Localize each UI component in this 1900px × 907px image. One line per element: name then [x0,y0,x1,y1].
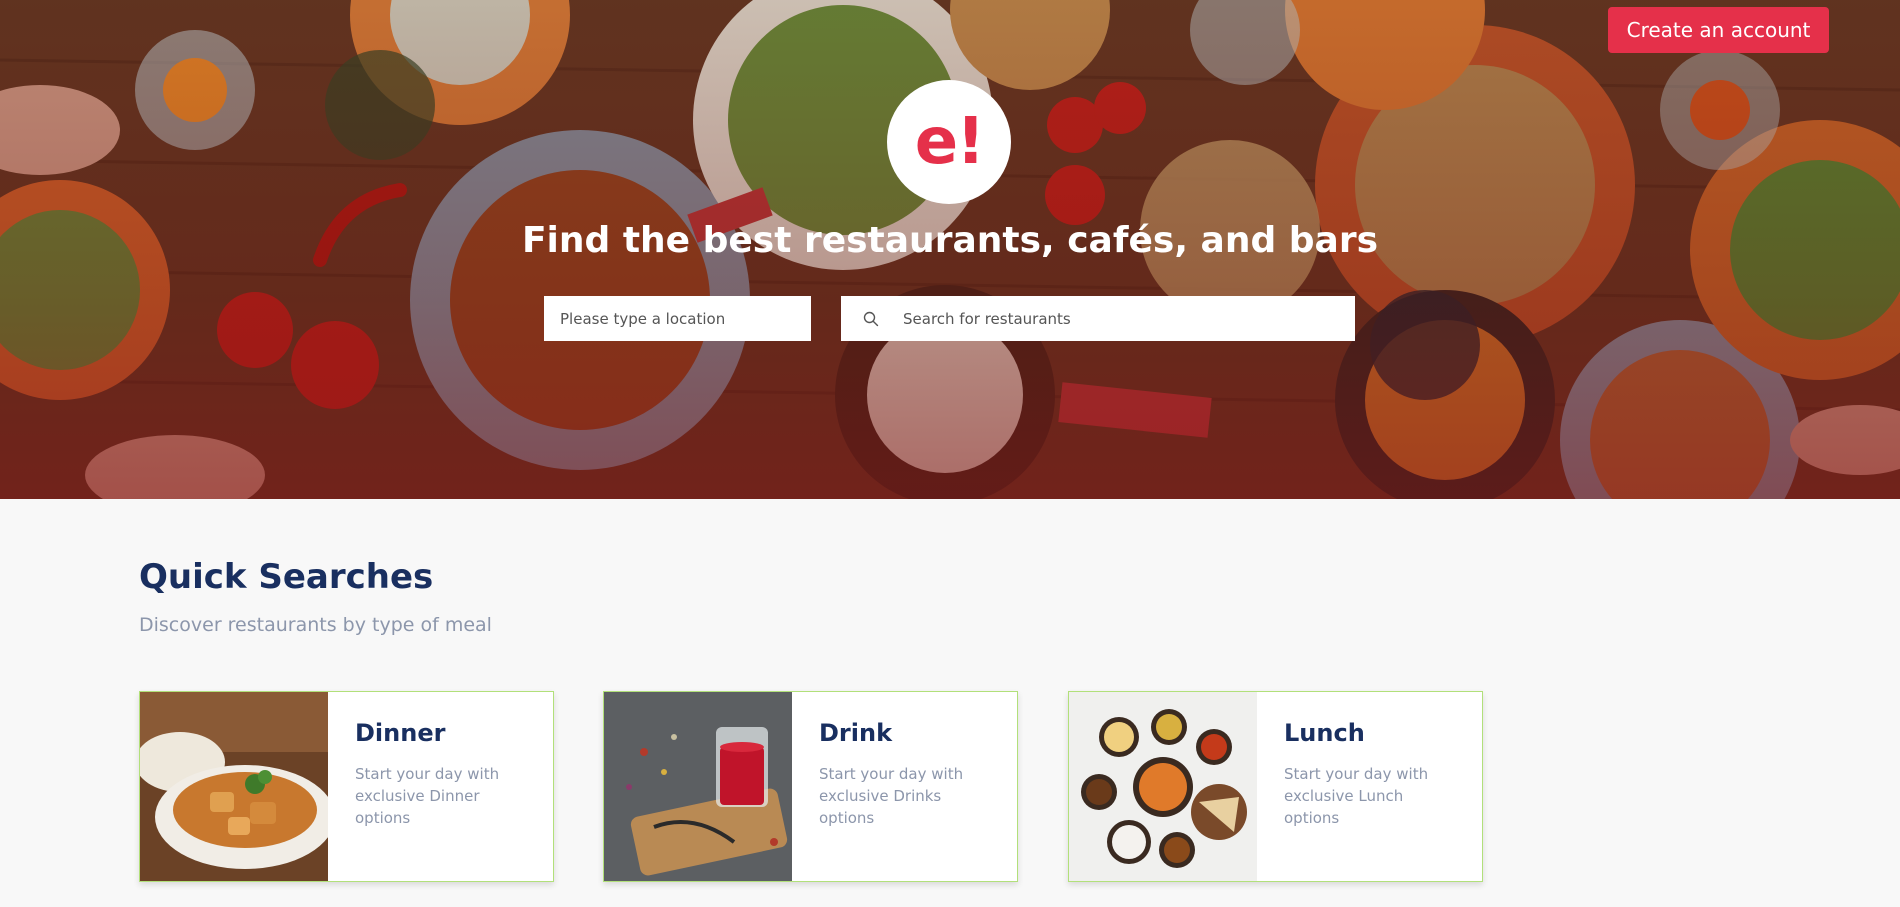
tea-glass-image [604,692,792,881]
brand-logo[interactable]: e! [887,80,1011,204]
card-description-dinner: Start your day with exclusive Dinner opt… [355,765,500,827]
hero-headline: Find the best restaurants, cafés, and ba… [521,220,1379,261]
quick-search-card-lunch[interactable]: Lunch Start your day with exclusive Lunc… [1068,691,1483,882]
quick-searches-section: Quick Searches Discover restaurants by t… [0,499,1900,907]
quick-search-card-dinner[interactable]: Dinner Start your day with exclusive Din… [139,691,554,882]
thali-platter-image [1069,692,1257,881]
location-input[interactable] [544,296,811,341]
restaurant-search-input[interactable] [901,296,1355,341]
quick-search-card-drink[interactable]: Drink Start your day with exclusive Drin… [603,691,1018,882]
card-description-lunch: Start your day with exclusive Lunch opti… [1284,765,1429,827]
card-title-lunch: Lunch [1284,719,1365,747]
card-title-drink: Drink [819,719,893,747]
hero-banner: Create an account e! Find the best resta… [0,0,1900,499]
create-account-button[interactable]: Create an account [1608,7,1829,53]
restaurant-search-box[interactable] [841,296,1355,341]
curry-bowl-image [140,692,328,881]
quick-searches-title: Quick Searches [139,557,434,597]
search-icon [841,296,901,341]
quick-searches-subtitle: Discover restaurants by type of meal [139,614,492,636]
card-description-drink: Start your day with exclusive Drinks opt… [819,765,964,827]
card-title-dinner: Dinner [355,719,446,747]
